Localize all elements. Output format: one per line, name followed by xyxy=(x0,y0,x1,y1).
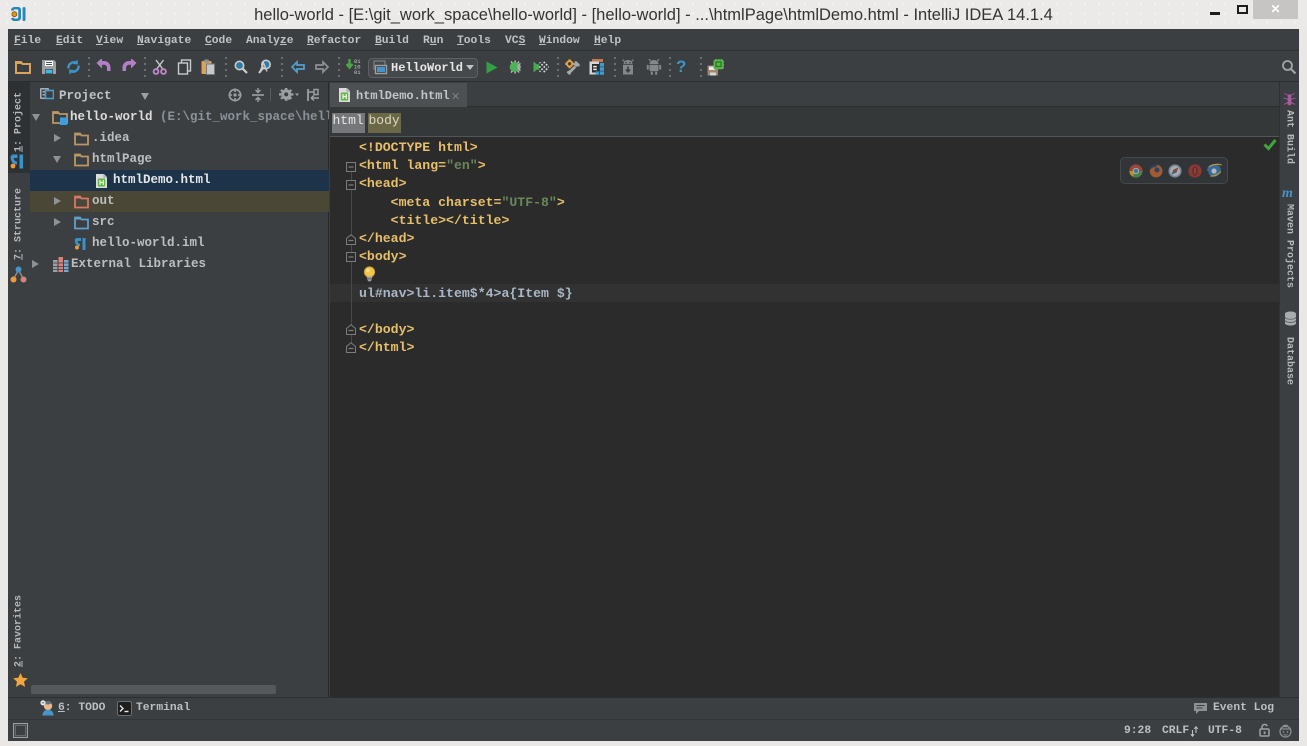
svg-text:01: 01 xyxy=(354,69,361,75)
